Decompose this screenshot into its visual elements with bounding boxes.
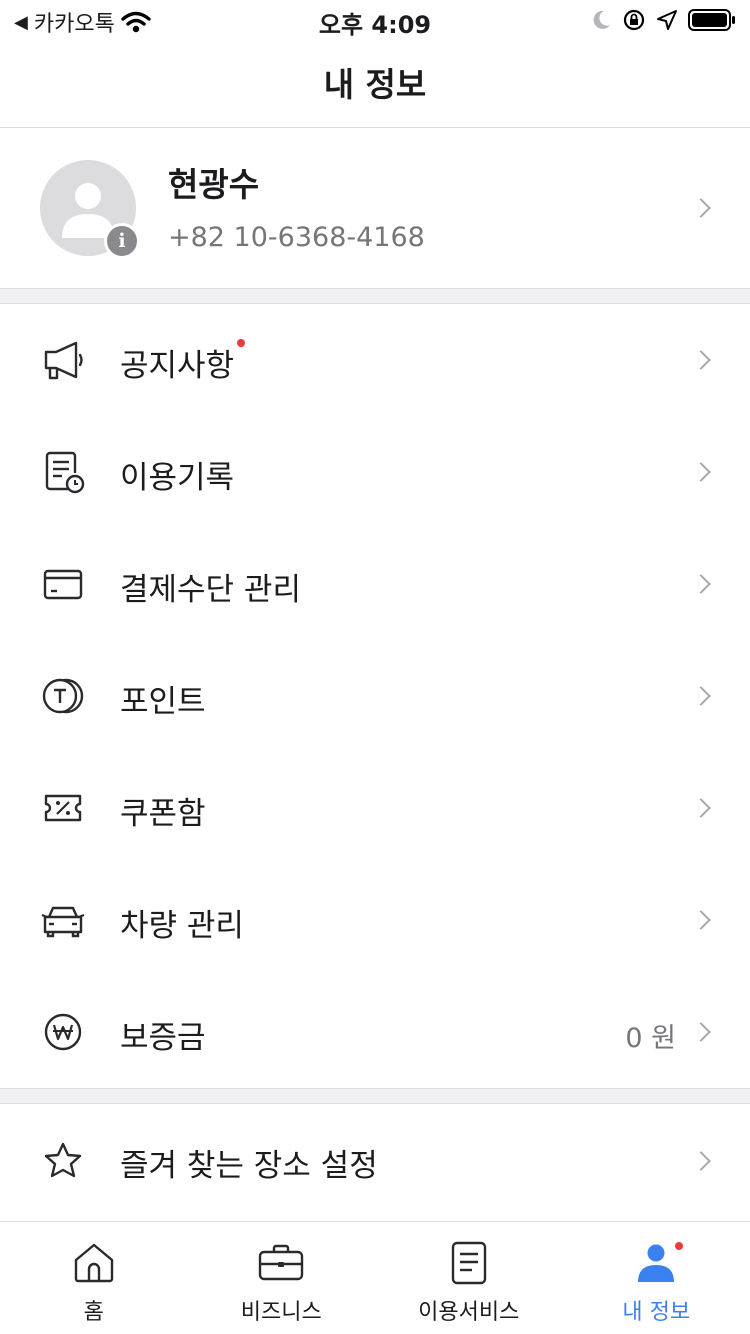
menu-label-notice: 공지사항	[120, 348, 235, 384]
tab-my-info[interactable]: 내 정보	[563, 1222, 750, 1334]
megaphone-icon	[44, 341, 83, 380]
profile-row[interactable]: i 현광수 +82 10-6368-4168	[0, 128, 750, 288]
section-divider	[0, 288, 750, 304]
profile-phone: +82 10-6368-4168	[168, 222, 425, 253]
point-coin-icon	[42, 678, 84, 714]
menu-item-vehicle[interactable]: 차량 관리	[0, 864, 750, 976]
rotation-lock-icon	[623, 9, 645, 31]
menu-label-coupons: 쿠폰함	[120, 796, 206, 832]
new-badge-dot	[237, 339, 245, 347]
chevron-right-icon	[691, 686, 711, 706]
location-arrow-icon	[657, 10, 677, 30]
info-icon[interactable]: i	[104, 223, 140, 259]
notification-dot	[674, 1242, 683, 1250]
menu-item-deposit[interactable]: 보증금 0 원	[0, 976, 750, 1088]
chevron-right-icon	[691, 198, 711, 218]
menu-label-history: 이용기록	[120, 460, 235, 496]
receipt-clock-icon	[45, 451, 85, 494]
briefcase-icon	[259, 1244, 304, 1281]
battery-icon	[688, 9, 735, 31]
credit-card-icon	[43, 569, 83, 600]
chevron-right-icon	[691, 350, 711, 370]
chevron-right-icon	[691, 910, 711, 930]
menu-item-coupons[interactable]: 쿠폰함	[0, 752, 750, 864]
car-icon	[41, 906, 85, 938]
menu-label-deposit: 보증금	[120, 1020, 206, 1056]
chevron-right-icon	[691, 574, 711, 594]
tab-home[interactable]: 홈	[0, 1222, 188, 1334]
chevron-right-icon	[691, 462, 711, 482]
status-icons	[590, 8, 736, 32]
status-bar: ◀ 카카오톡 오후 4:09	[0, 0, 750, 40]
menu-item-notice[interactable]: 공지사항	[0, 304, 750, 416]
profile-name: 현광수	[168, 165, 260, 204]
moon-icon	[593, 10, 610, 29]
coupon-icon	[44, 794, 82, 822]
tab-label-home: 홈	[83, 1300, 104, 1325]
won-coin-icon	[44, 1013, 82, 1051]
home-icon	[74, 1243, 113, 1283]
my-info-screen: ◀ 카카오톡 오후 4:09 내 정보 i 현광수 +82 10-6368-41…	[0, 0, 750, 1334]
menu-label-favorites: 즐겨 찾는 장소 설정	[120, 1148, 378, 1184]
tab-bar: 홈 비즈니스 이용서비스 내 정보	[0, 1221, 750, 1334]
chevron-right-icon	[691, 798, 711, 818]
menu-item-history[interactable]: 이용기록	[0, 416, 750, 528]
tab-label-business: 비즈니스	[240, 1300, 322, 1325]
deposit-amount: 0 원	[625, 1023, 676, 1054]
menu-label-vehicle: 차량 관리	[120, 908, 244, 944]
tab-business[interactable]: 비즈니스	[188, 1222, 376, 1334]
menu-label-points: 포인트	[120, 684, 206, 720]
section-divider	[0, 1088, 750, 1104]
tab-services[interactable]: 이용서비스	[375, 1222, 563, 1334]
tab-label-services: 이용서비스	[418, 1300, 520, 1325]
menu-item-payment[interactable]: 결제수단 관리	[0, 528, 750, 640]
chevron-right-icon	[691, 1022, 711, 1042]
person-icon	[638, 1244, 675, 1282]
chevron-right-icon	[691, 1151, 711, 1171]
document-icon	[451, 1241, 486, 1285]
tab-label-my-info: 내 정보	[622, 1300, 691, 1325]
page-title: 내 정보	[323, 65, 427, 104]
star-icon	[44, 1142, 82, 1178]
menu-item-favorites[interactable]: 즐겨 찾는 장소 설정	[0, 1104, 750, 1216]
menu-item-points[interactable]: 포인트	[0, 640, 750, 752]
menu-label-payment: 결제수단 관리	[120, 572, 301, 608]
